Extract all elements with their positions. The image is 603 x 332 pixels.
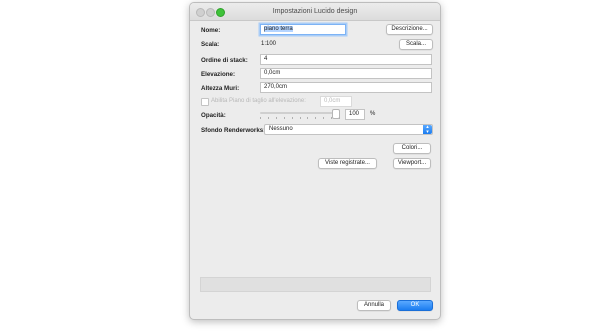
name-value: piano terra [264,26,293,32]
wall-height-label: Altezza Muri: [201,85,240,92]
slider-tick [292,117,293,119]
name-label: Nome: [201,27,221,34]
stack-order-input[interactable]: 4 [260,54,432,65]
opacity-slider-ticks [260,117,340,119]
scale-label: Scala: [201,41,220,48]
stack-order-label: Ordine di stack: [201,57,248,64]
slider-tick [284,117,285,119]
opacity-unit: % [370,111,376,117]
colors-button[interactable]: Colori... [393,143,431,154]
status-area [200,277,431,292]
ok-button[interactable]: OK [397,300,433,311]
slider-tick [339,117,340,119]
cut-plane-label: Abilita Piano di taglio all'elevazione: [211,98,306,104]
window-title: Impostazioni Lucido design [272,8,358,15]
opacity-label: Opacità: [201,112,226,119]
slider-tick [260,117,261,119]
slider-tick [315,117,316,119]
settings-dialog: Impostazioni Lucido design Nome: piano t… [189,2,441,320]
minimize-window-button[interactable] [206,8,215,17]
description-button[interactable]: Descrizione... [386,24,433,35]
slider-tick [268,117,269,119]
opacity-slider[interactable] [260,108,343,120]
cut-plane-checkbox[interactable] [201,98,209,106]
renderworks-select[interactable]: Nessuno ▴ ▾ [264,124,433,135]
elevation-label: Elevazione: [201,71,236,78]
slider-tick [331,117,332,119]
slider-tick [276,117,277,119]
renderworks-label: Sfondo Renderworks: [201,127,266,134]
slider-tick [307,117,308,119]
viewport-button[interactable]: Viewport... [393,158,431,169]
scale-button[interactable]: Scala... [399,39,433,50]
opacity-slider-track [260,112,340,114]
wall-height-input[interactable]: 270,0cm [260,82,432,93]
zoom-window-button[interactable] [216,8,225,17]
chevron-updown-icon: ▴ ▾ [423,125,432,134]
cut-plane-input[interactable]: 0,0cm [320,96,352,107]
saved-views-button[interactable]: Viste registrate... [318,158,377,169]
title-bar: Impostazioni Lucido design [190,3,440,21]
name-input[interactable]: piano terra [260,24,346,35]
slider-tick [323,117,324,119]
close-window-button[interactable] [196,8,205,17]
opacity-input[interactable]: 100 [345,109,365,120]
cancel-button[interactable]: Annulla [357,300,391,311]
scale-value: 1:100 [261,41,277,47]
slider-tick [300,117,301,119]
renderworks-selected: Nessuno [269,126,293,132]
elevation-input[interactable]: 0,0cm [260,68,432,79]
